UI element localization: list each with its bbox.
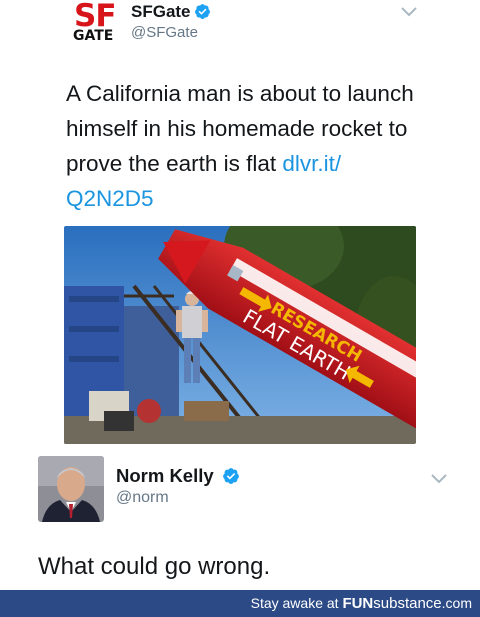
watermark-text: Stay awake at FUNsubstance.com (251, 595, 472, 612)
tweet-text-body: A California man is about to launch hims… (66, 81, 414, 176)
tweet-header: SF GATE SFGate @SFGate (0, 0, 480, 60)
rocket-photo-image: RESEARCH FLAT EARTH (64, 226, 416, 444)
tweet-author-handle[interactable]: @SFGate (131, 24, 198, 41)
verified-badge-icon (223, 468, 239, 484)
reply-author-name[interactable]: Norm Kelly (116, 465, 214, 487)
tweet-photo[interactable]: RESEARCH FLAT EARTH (64, 226, 416, 444)
sfgate-logo-gate: GATE (73, 28, 114, 44)
tweet-text: A California man is about to launch hims… (66, 76, 426, 216)
watermark-brand-fun: FUN (342, 595, 374, 612)
verified-badge-icon (195, 4, 210, 19)
watermark-brand-com: .com (441, 595, 472, 611)
reply-text: What could go wrong. (38, 553, 271, 580)
watermark-footer: Stay awake at FUNsubstance.com (0, 590, 480, 617)
chevron-down-icon[interactable] (430, 473, 448, 485)
sfgate-logo-avatar[interactable]: SF GATE (72, 0, 117, 46)
avatar-image (38, 456, 104, 522)
watermark-prefix: Stay awake at (250, 595, 343, 611)
tweet-author-name[interactable]: SFGate (131, 2, 191, 22)
reply-author-handle[interactable]: @norm (116, 489, 169, 507)
reply-author-avatar[interactable] (38, 456, 104, 522)
watermark-brand-substance: substance (373, 595, 442, 612)
chevron-down-icon[interactable] (400, 6, 418, 18)
